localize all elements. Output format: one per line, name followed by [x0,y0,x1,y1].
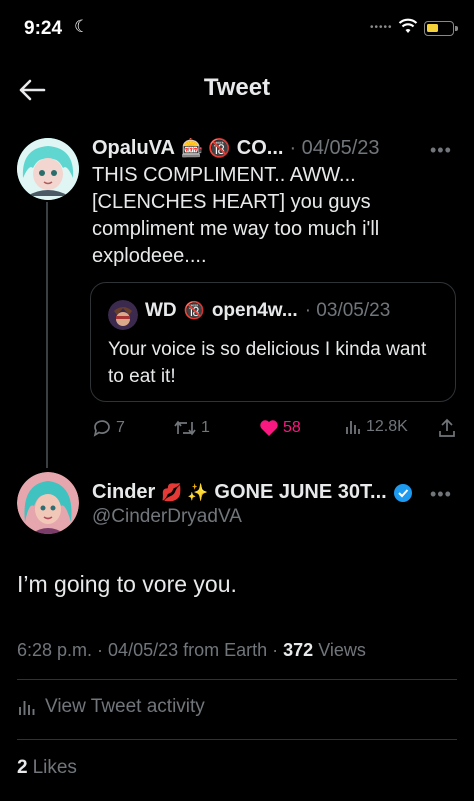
more-options-icon[interactable]: ••• [430,484,452,505]
name-emojis: 🎰 🔞 [180,138,231,158]
avatar-opaluva[interactable] [17,138,79,200]
bar-chart-icon [19,701,35,715]
share-icon[interactable] [437,418,457,438]
signal-icon: ••••• [370,22,393,33]
avatar-wd [108,300,138,330]
more-options-icon[interactable]: ••• [430,140,452,161]
divider [17,739,457,740]
status-bar: 9:24 ☾ ••••• [0,0,474,60]
bar-chart-icon [346,421,360,434]
verified-badge-icon [393,483,412,502]
author-name-suffix[interactable]: GONE JUNE 30T... [214,481,386,504]
author-name[interactable]: Cinder [92,481,155,504]
quoted-name-emoji: 🔞 [183,301,205,320]
quoted-tweet[interactable]: WD 🔞 open4w... · 03/05/23 Your voice is … [90,282,456,402]
views-count: 372 [283,640,314,660]
reply-button[interactable]: 7 [92,418,125,438]
like-button[interactable]: 58 [259,418,301,437]
main-tweet-text: I’m going to vore you. [17,571,237,597]
reply-icon [93,420,110,437]
tweet-meta: 6:28 p.m. · 04/05/23 from Earth · 372 Vi… [17,640,366,661]
reply-count: 7 [116,419,125,436]
view-tweet-activity[interactable]: View Tweet activity [17,696,205,718]
moon-icon: ☾ [74,17,90,36]
main-tweet-header: Cinder 💋 ✨ GONE JUNE 30T... [92,481,413,504]
author-name[interactable]: OpaluVA [92,137,175,160]
quoted-text: Your voice is so delicious I kinda want … [108,339,427,387]
retweet-button[interactable]: 1 [173,418,210,438]
divider [17,679,457,680]
heart-filled-icon [260,420,278,436]
like-count: 58 [283,418,301,436]
retweet-icon [174,420,196,436]
likes-link[interactable]: 2 Likes [17,757,77,779]
status-time: 9:24 [24,18,63,39]
quoted-author-name: WD [145,300,177,321]
author-handle[interactable]: @CinderDryadVA [92,506,242,528]
activity-label: View Tweet activity [45,696,205,717]
retweet-count: 1 [201,419,210,436]
parent-tweet-header: OpaluVA 🎰 🔞 CO... · 04/05/23 [92,137,380,160]
tweet-date[interactable]: · 04/05/23 [289,137,379,160]
page-title: Tweet [203,74,271,101]
name-emojis: 💋 ✨ [161,482,209,502]
avatar-cinder[interactable] [17,472,79,534]
author-name-suffix[interactable]: CO... [237,137,284,160]
likes-count: 2 [17,757,28,778]
likes-label: Likes [32,757,77,778]
quoted-date: · 03/05/23 [304,300,391,321]
tweet-date: · 04/05/23 from Earth · [97,640,279,660]
tweet-time: 6:28 p.m. [17,640,93,660]
views-count: 12.8K [366,418,408,435]
views-button[interactable]: 12.8K [344,418,408,436]
views-label: Views [318,640,366,660]
wifi-icon [398,18,418,33]
battery-icon [424,21,458,36]
thread-line [46,202,48,468]
tweet-text: THIS COMPLIMENT.. AWW... [CLENCHES HEART… [92,164,380,267]
quoted-handle: open4w... [211,300,298,321]
